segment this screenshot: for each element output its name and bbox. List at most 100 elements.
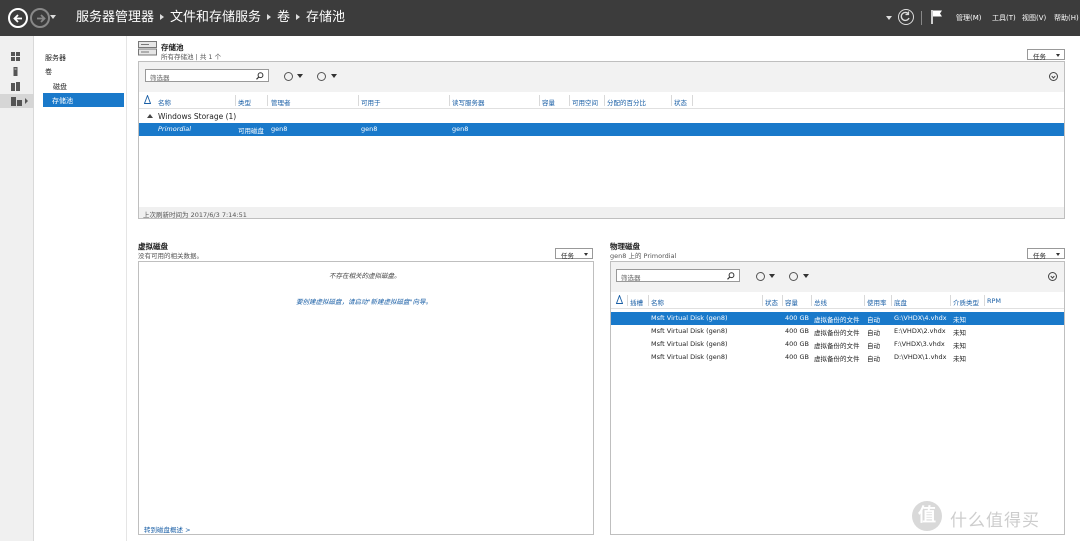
back-button[interactable] (8, 8, 28, 28)
column-header-available-to[interactable]: 可用于 (361, 97, 381, 107)
column-divider[interactable] (267, 95, 268, 106)
menu-manage[interactable]: 管理(M) (956, 13, 982, 23)
column-header-name[interactable]: 名称 (158, 97, 171, 107)
save-query-icon[interactable] (789, 272, 798, 281)
breadcrumb-item[interactable]: 文件和存储服务 (170, 10, 261, 25)
header-divider (611, 308, 1064, 309)
column-header-name[interactable]: 名称 (651, 297, 664, 307)
chevron-down-icon[interactable] (803, 274, 809, 278)
column-divider[interactable] (449, 95, 450, 106)
breadcrumb-item[interactable]: 卷 (277, 10, 290, 25)
menu-help[interactable]: 帮助(H) (1054, 13, 1079, 23)
column-header-rpm[interactable]: RPM (987, 297, 1001, 305)
all-servers-icon (11, 82, 20, 91)
column-divider[interactable] (782, 295, 783, 306)
column-divider[interactable] (984, 295, 985, 306)
storage-pools-tasks-button[interactable]: 任务 (1027, 49, 1065, 61)
refresh-button[interactable] (898, 9, 914, 25)
chevron-down-icon (584, 253, 588, 256)
column-header-media-type[interactable]: 介质类型 (953, 297, 979, 307)
physical-disks-tasks-button[interactable]: 任务 (1027, 248, 1065, 260)
flag-icon (931, 10, 942, 24)
column-header-status[interactable]: 状态 (674, 97, 687, 107)
rail-item-file-storage[interactable] (0, 94, 34, 108)
chevron-down-icon[interactable] (331, 74, 337, 78)
table-row[interactable]: Msft Virtual Disk (gen8) 400 GB 虚拟备份的文件 … (611, 312, 1064, 325)
filter-placeholder: 筛选器 (621, 274, 641, 282)
virtual-disks-frame: 不存在相关的虚拟磁盘。 要创建虚拟磁盘，请启动"新建虚拟磁盘"向导。 转到磁盘概… (138, 261, 594, 535)
column-header-type[interactable]: 类型 (238, 97, 251, 107)
column-divider[interactable] (539, 95, 540, 106)
storage-pools-toolbar (139, 62, 1064, 92)
column-header-bus[interactable]: 总线 (814, 297, 827, 307)
column-header-capacity[interactable]: 容量 (542, 97, 555, 107)
chevron-right-icon (267, 13, 272, 20)
column-divider[interactable] (358, 95, 359, 106)
chevron-down-icon[interactable] (297, 74, 303, 78)
physical-disks-filter-input[interactable]: 筛选器 (616, 269, 740, 282)
filter-options-icon[interactable] (756, 272, 765, 281)
physical-disks-frame: 筛选器 插槽 名称 状态 容量 总线 使用率 底盘 介质类型 RPM Msft … (610, 261, 1065, 535)
history-dropdown[interactable] (50, 15, 56, 19)
chevron-down-icon[interactable] (769, 274, 775, 278)
watermark-text: 什么值得买 (950, 511, 1040, 531)
save-query-icon[interactable] (317, 72, 326, 81)
column-divider[interactable] (762, 295, 763, 306)
group-row-windows-storage[interactable]: Windows Storage (1) (139, 111, 1064, 123)
storage-pools-filter-input[interactable]: 筛选器 (145, 69, 269, 82)
notifications-button[interactable] (930, 9, 944, 25)
subnav-item-volumes[interactable]: 卷 (45, 67, 52, 77)
subnav-item-servers[interactable]: 服务器 (45, 53, 66, 63)
forward-button[interactable] (30, 8, 50, 28)
subnav-item-disks[interactable]: 磁盘 (53, 82, 67, 92)
cell-usage: 自动 (867, 355, 880, 363)
cell-bus: 虚拟备份的文件 (814, 316, 860, 324)
column-header-chassis[interactable]: 底盘 (894, 297, 907, 307)
column-divider[interactable] (950, 295, 951, 306)
column-divider[interactable] (627, 295, 628, 306)
empty-message: 不存在相关的虚拟磁盘。 (329, 272, 401, 280)
rail-item-all-servers[interactable] (0, 79, 34, 93)
virtual-disks-tasks-button[interactable]: 任务 (555, 248, 593, 260)
go-to-disks-overview-link[interactable]: 转到磁盘概述 > (144, 524, 191, 534)
column-divider[interactable] (692, 95, 693, 106)
menu-tools[interactable]: 工具(T) (992, 13, 1016, 23)
column-header-status[interactable]: 状态 (765, 297, 778, 307)
cell-chassis: E:\VHDX\2.vhdx (894, 327, 946, 335)
column-header-slot[interactable]: 插槽 (630, 297, 643, 307)
table-row[interactable]: Msft Virtual Disk (gen8) 400 GB 虚拟备份的文件 … (611, 325, 1064, 338)
column-header-percent-allocated[interactable]: 分配的百分比 (607, 97, 646, 107)
column-divider[interactable] (604, 95, 605, 106)
subnav-item-storage-pools[interactable]: 存储池 (43, 93, 124, 107)
column-divider[interactable] (235, 95, 236, 106)
refresh-dropdown[interactable] (886, 16, 892, 20)
left-rail (0, 36, 34, 541)
collapse-icon[interactable] (1048, 272, 1057, 281)
filter-options-icon[interactable] (284, 72, 293, 81)
header-divider (139, 108, 1064, 109)
rail-item-dashboard[interactable] (0, 49, 34, 63)
column-divider[interactable] (864, 295, 865, 306)
collapse-icon[interactable] (1049, 72, 1058, 81)
column-header-free-space[interactable]: 可用空间 (572, 97, 598, 107)
column-divider[interactable] (648, 295, 649, 306)
table-row[interactable]: Msft Virtual Disk (gen8) 400 GB 虚拟备份的文件 … (611, 351, 1064, 364)
column-header-usage[interactable]: 使用率 (867, 297, 887, 307)
create-virtual-disk-hint[interactable]: 要创建虚拟磁盘，请启动"新建虚拟磁盘"向导。 (296, 296, 432, 306)
column-divider[interactable] (671, 95, 672, 106)
column-divider[interactable] (891, 295, 892, 306)
watermark-logo: 值 (912, 501, 942, 531)
table-row[interactable]: Msft Virtual Disk (gen8) 400 GB 虚拟备份的文件 … (611, 338, 1064, 351)
breadcrumb-item[interactable]: 存储池 (306, 10, 345, 25)
column-divider[interactable] (569, 95, 570, 106)
breadcrumb-item[interactable]: 服务器管理器 (76, 10, 154, 25)
column-divider[interactable] (811, 295, 812, 306)
column-header-rw-server[interactable]: 读写服务器 (452, 97, 485, 107)
column-header-capacity[interactable]: 容量 (785, 297, 798, 307)
rail-item-local-server[interactable] (0, 64, 34, 78)
table-row[interactable]: Primordial 可用磁盘 gen8 gen8 gen8 (139, 123, 1064, 136)
collapse-group-icon[interactable] (147, 114, 153, 118)
menu-view[interactable]: 视图(V) (1022, 13, 1046, 23)
chevron-down-icon (1056, 253, 1060, 256)
column-header-managed-by[interactable]: 管理者 (271, 97, 291, 107)
